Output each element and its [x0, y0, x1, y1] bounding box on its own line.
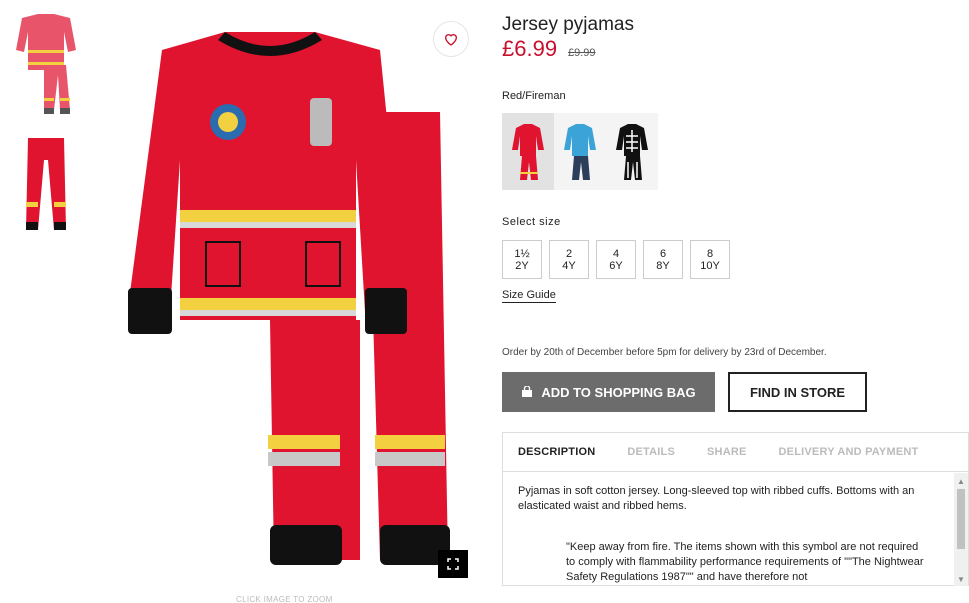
size-option-1[interactable]: 1½ 2Y	[502, 240, 542, 279]
thumbnail-full-outfit[interactable]	[14, 10, 78, 120]
size-option-4[interactable]: 6 8Y	[643, 240, 683, 279]
tab-details[interactable]: DETAILS	[627, 446, 675, 458]
scroll-thumb[interactable]	[957, 489, 965, 549]
size-guide-link[interactable]: Size Guide	[502, 289, 556, 303]
find-in-store-label: FIND IN STORE	[749, 384, 846, 400]
delivery-note: Order by 20th of December before 5pm for…	[502, 347, 827, 358]
size-years: 6Y	[609, 259, 623, 272]
product-price: £6.99	[502, 36, 558, 61]
select-size-label: Select size	[502, 216, 561, 228]
fullscreen-button[interactable]	[438, 550, 468, 578]
old-price: £9.99	[568, 47, 596, 59]
size-option-5[interactable]: 8 10Y	[690, 240, 730, 279]
size-years: 10Y	[700, 259, 720, 272]
size-age: 1½	[514, 247, 530, 260]
add-to-bag-label: ADD TO SHOPPING BAG	[541, 384, 696, 400]
size-age: 2	[565, 247, 573, 260]
description-panel: Pyjamas in soft cotton jersey. Long-slee…	[503, 472, 968, 586]
heart-icon	[444, 34, 458, 46]
thumbnail-trousers[interactable]	[14, 130, 78, 240]
size-years: 8Y	[656, 259, 670, 272]
product-info-tabs: DESCRIPTION DETAILS SHARE DELIVERY AND P…	[502, 432, 969, 586]
size-age: 8	[706, 247, 714, 260]
size-age: 6	[659, 247, 667, 260]
size-age: 4	[612, 247, 620, 260]
bag-icon	[522, 386, 533, 397]
size-option-2[interactable]: 2 4Y	[549, 240, 589, 279]
find-in-store-button[interactable]: FIND IN STORE	[728, 372, 867, 412]
main-product-image[interactable]	[110, 20, 480, 580]
color-swatches	[502, 113, 658, 190]
description-text: Pyjamas in soft cotton jersey. Long-slee…	[518, 485, 915, 512]
safety-warning: "Keep away from fire. The items shown wi…	[566, 541, 924, 583]
product-title: Jersey pyjamas	[502, 14, 634, 35]
swatch-black-skeleton[interactable]	[606, 113, 658, 190]
selected-color-name: Red/Fireman	[502, 90, 566, 102]
size-years: 4Y	[562, 259, 576, 272]
swatch-blue[interactable]	[554, 113, 606, 190]
description-scrollbar[interactable]: ▲ ▼	[954, 473, 968, 586]
scroll-down-icon[interactable]: ▼	[957, 575, 965, 584]
size-years: 2Y	[515, 259, 529, 272]
zoom-hint: CLICK IMAGE TO ZOOM	[236, 595, 333, 603]
swatch-red-fireman[interactable]	[502, 113, 554, 190]
size-options: 1½ 2Y 2 4Y 4 6Y 6 8Y 8 10Y	[502, 240, 730, 279]
scroll-up-icon[interactable]: ▲	[957, 477, 965, 486]
favorite-button[interactable]	[433, 21, 469, 57]
tab-description[interactable]: DESCRIPTION	[518, 446, 595, 458]
tab-bar: DESCRIPTION DETAILS SHARE DELIVERY AND P…	[503, 433, 968, 472]
tab-delivery-payment[interactable]: DELIVERY AND PAYMENT	[779, 446, 919, 458]
tab-share[interactable]: SHARE	[707, 446, 747, 458]
size-option-3[interactable]: 4 6Y	[596, 240, 636, 279]
fullscreen-icon	[447, 558, 459, 570]
add-to-bag-button[interactable]: ADD TO SHOPPING BAG	[502, 372, 715, 412]
product-page: CLICK IMAGE TO ZOOM Jersey pyjamas £6.99…	[0, 0, 969, 603]
